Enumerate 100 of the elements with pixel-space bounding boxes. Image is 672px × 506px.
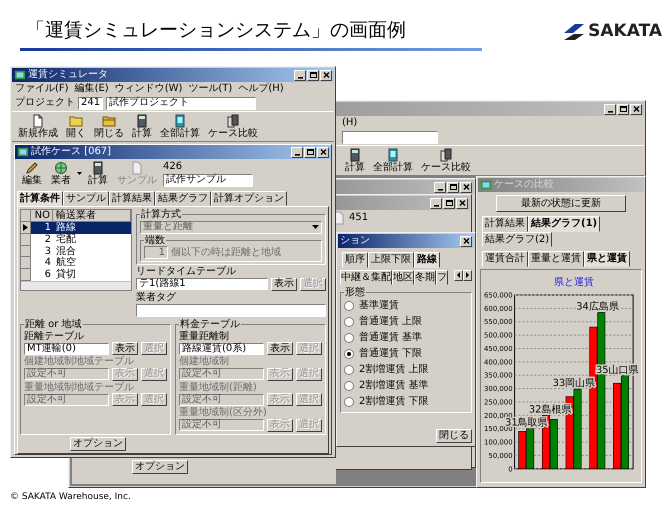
group-title: 距離 or 地域 bbox=[24, 319, 83, 330]
tab[interactable]: 重量と運賃 bbox=[528, 251, 584, 266]
window-title: 運賃シミュレータ bbox=[28, 69, 109, 81]
group-title: 端数 bbox=[144, 234, 166, 246]
tab[interactable]: 路線 bbox=[414, 252, 440, 268]
group-title: 計算方式 bbox=[140, 209, 182, 220]
tab[interactable]: 計算条件 bbox=[17, 190, 63, 206]
window-title: 試作ケース [067] bbox=[31, 146, 112, 158]
tab[interactable]: 結果グラフ bbox=[155, 190, 211, 206]
toolbar-button[interactable]: 計算 bbox=[342, 146, 368, 174]
field-label: 重量距離制 bbox=[179, 330, 229, 342]
tab[interactable]: 計算オプション bbox=[211, 190, 287, 206]
toolbar-button[interactable]: 全部計算 bbox=[370, 146, 416, 174]
table-cell-text: 宅配 bbox=[55, 234, 77, 246]
toolbar-button[interactable]: 閉じる bbox=[91, 112, 127, 140]
close-button[interactable]: 閉じる bbox=[436, 429, 472, 443]
field-note: 個以下の時は距離と地域 bbox=[171, 246, 281, 258]
radio-label: 普通運賃 上限 bbox=[359, 316, 422, 328]
table-row[interactable]: 2 宅配 bbox=[21, 234, 131, 246]
toolbar-button[interactable]: 新規作成 bbox=[15, 112, 61, 140]
toolbar-button[interactable]: 計算 bbox=[129, 112, 155, 140]
group-title: 形態 bbox=[344, 287, 366, 298]
table-cell-text: 貸切 bbox=[55, 269, 77, 281]
logo-text: SAKATA bbox=[588, 22, 662, 42]
field-label: 重量地域制地域テーブル bbox=[24, 382, 134, 392]
toolbar-button[interactable]: 全部計算 bbox=[157, 112, 203, 140]
field-label: リードタイムテーブル bbox=[136, 266, 236, 277]
table-button[interactable]: 表示 bbox=[271, 278, 297, 290]
tab[interactable]: 冬期 bbox=[414, 270, 436, 285]
field-label: プロジェクト bbox=[15, 97, 75, 109]
option-button[interactable]: オプション bbox=[70, 436, 126, 450]
tab[interactable]: 中継＆集配 bbox=[340, 270, 392, 285]
tab[interactable]: 計算結果 bbox=[482, 216, 528, 232]
menu-item[interactable]: ツール(T) bbox=[188, 83, 232, 94]
name-field[interactable]: 試作プロジェクト bbox=[106, 96, 256, 110]
menu-item[interactable]: ウィンドウ(W) bbox=[114, 83, 182, 94]
table-row[interactable]: 1 路線 bbox=[21, 222, 131, 234]
tab[interactable]: 結果グラフ(1) bbox=[528, 216, 600, 232]
radio-label: 普通運賃 下限 bbox=[359, 348, 422, 360]
table-row[interactable]: 3 混合 bbox=[21, 246, 131, 258]
tab[interactable]: フ bbox=[436, 270, 448, 285]
menu-item[interactable]: ヘルプ(H) bbox=[238, 83, 284, 94]
table-cell-text: 4 bbox=[44, 257, 52, 270]
tab[interactable]: 順序 bbox=[342, 252, 368, 268]
field-label: 距離テーブル bbox=[24, 330, 84, 342]
chart-title: 県と運賃 bbox=[554, 276, 594, 288]
table-cell-text: 航空 bbox=[55, 257, 77, 268]
table-cell-text: 6 bbox=[44, 269, 52, 281]
window-title: ケースの比較 bbox=[494, 179, 555, 191]
table-button[interactable]: 表示 bbox=[267, 342, 293, 355]
field-label: 業者タグ bbox=[136, 292, 177, 303]
field-label: 重量地域制(距離) bbox=[179, 382, 257, 392]
menu-item[interactable]: (H) bbox=[342, 117, 358, 128]
table-button[interactable]: 表示 bbox=[112, 342, 138, 355]
table-field[interactable]: 路線運賃(0系) bbox=[179, 342, 264, 354]
tab[interactable]: 運賃合計 bbox=[482, 251, 528, 266]
group-title: 料金テーブル bbox=[179, 319, 241, 330]
case-number: 451 bbox=[349, 212, 368, 224]
option-button[interactable]: オプション bbox=[132, 460, 188, 474]
radio-label: 2割増運賃 下限 bbox=[359, 396, 429, 408]
table-cell-text: 3 bbox=[44, 246, 52, 258]
tab[interactable]: サンプル bbox=[63, 190, 109, 206]
table-cell-text: 1 bbox=[44, 222, 52, 234]
tab[interactable]: 計算結果 bbox=[109, 190, 155, 206]
table-cell-text: 混合 bbox=[55, 246, 77, 257]
slide-title: 「運賃シミュレーションシステム」の画面例 bbox=[26, 20, 406, 42]
field-label: 重量地域制(区分外) bbox=[179, 407, 267, 418]
tab[interactable]: 県と運賃 bbox=[584, 251, 630, 266]
sample-number: 426 bbox=[163, 161, 184, 172]
toolbar-button[interactable]: 編集 bbox=[19, 160, 45, 188]
tab[interactable]: 結果グラフ(2) bbox=[482, 232, 552, 247]
toolbar-button[interactable]: 開く bbox=[63, 112, 89, 140]
field-label: 個建地域制地域テーブル bbox=[24, 356, 134, 367]
table-field[interactable]: テ1(路線1 bbox=[136, 278, 268, 290]
category-label: 34広島県 bbox=[576, 300, 619, 312]
refresh-button[interactable]: 最新の状態に更新 bbox=[496, 195, 626, 212]
toolbar-button[interactable]: ケース比較 bbox=[418, 146, 474, 174]
field-label: 個建地域制 bbox=[179, 356, 229, 367]
tab[interactable]: 上限下限 bbox=[368, 252, 414, 268]
column-header: 輸送業者 bbox=[53, 210, 131, 222]
toolbar-button[interactable]: 計算 bbox=[85, 160, 111, 188]
menu-item[interactable]: ファイル(F) bbox=[15, 83, 69, 94]
toolbar-button[interactable]: ケース比較 bbox=[205, 112, 261, 140]
tab[interactable]: 地区 bbox=[392, 270, 414, 285]
column-header: NO bbox=[31, 210, 53, 222]
radio-label: 2割増運賃 基準 bbox=[359, 380, 429, 392]
table-row[interactable]: 4 航空 bbox=[21, 257, 131, 270]
table-row[interactable]: 6 貸切 bbox=[21, 269, 131, 281]
table-cell-text: 2 bbox=[44, 234, 52, 246]
toolbar-button[interactable]: 業者 bbox=[48, 160, 74, 188]
radio-label: 基準運賃 bbox=[359, 300, 399, 312]
sample-field[interactable]: 試作サンプル bbox=[163, 174, 253, 186]
radio-label: 普通運賃 基準 bbox=[359, 332, 422, 344]
menu-item[interactable]: 編集(E) bbox=[74, 83, 109, 94]
window-title: ション bbox=[340, 235, 371, 247]
table-cell-text: 路線 bbox=[55, 222, 77, 234]
radio-label: 2割増運賃 上限 bbox=[359, 364, 429, 376]
number-field[interactable]: 241 bbox=[78, 96, 104, 110]
copyright-text: © SAKATA Warehouse, Inc. bbox=[10, 492, 131, 502]
table-field[interactable]: MT運輸(0) bbox=[24, 342, 109, 354]
